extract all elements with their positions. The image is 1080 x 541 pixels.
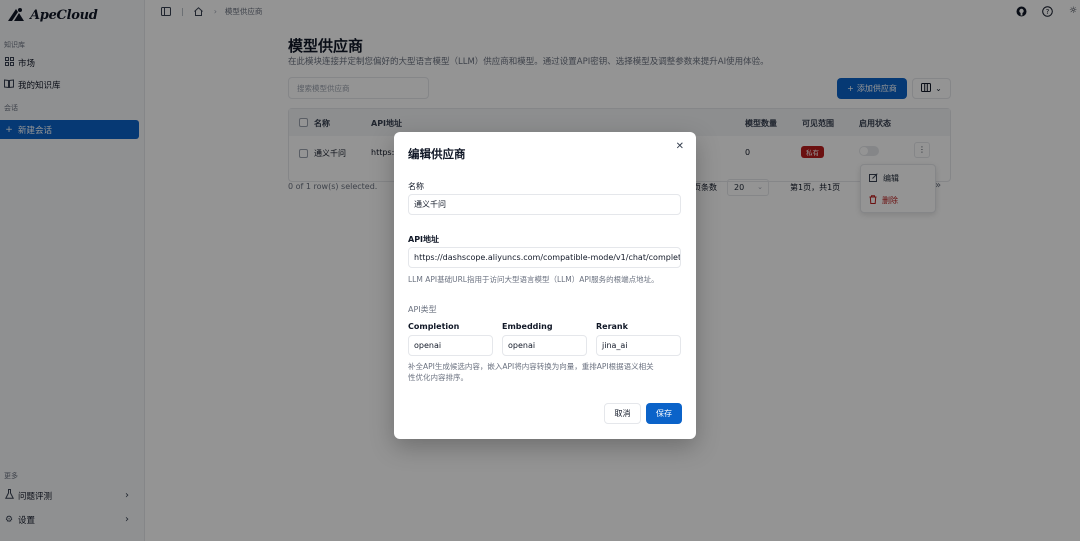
embedding-field[interactable]: openai [502, 335, 587, 356]
save-button[interactable]: 保存 [646, 403, 682, 424]
close-icon[interactable]: ✕ [676, 141, 684, 152]
embedding-label: Embedding [502, 322, 553, 331]
rerank-field[interactable]: jina_ai [596, 335, 681, 356]
api-url-help: LLM API基础URL指用于访问大型语言模型（LLM）API服务的根端点地址。 [408, 275, 659, 284]
api-type-label: API类型 [408, 305, 437, 314]
edit-provider-dialog: 编辑供应商 ✕ 名称 通义千问 API地址 https://dashscope.… [394, 132, 696, 439]
api-type-help-line2: 性优化内容排序。 [408, 373, 468, 382]
completion-label: Completion [408, 322, 460, 331]
dialog-title: 编辑供应商 [408, 147, 466, 161]
cancel-button[interactable]: 取消 [604, 403, 641, 424]
app-root: ApeCloud 知识库 市场 我的知识库 会话 + 新建会话 更多 问题评测 [0, 0, 1080, 541]
name-field[interactable]: 通义千问 [408, 194, 681, 215]
rerank-label: Rerank [596, 322, 628, 331]
name-label: 名称 [408, 182, 424, 191]
api-url-label: API地址 [408, 235, 440, 244]
completion-field[interactable]: openai [408, 335, 493, 356]
api-url-field[interactable]: https://dashscope.aliyuncs.com/compatibl… [408, 247, 681, 268]
api-type-help-line1: 补全API生成候选内容，嵌入API将内容转换为向量，重排API根据语义相关 [408, 362, 654, 371]
